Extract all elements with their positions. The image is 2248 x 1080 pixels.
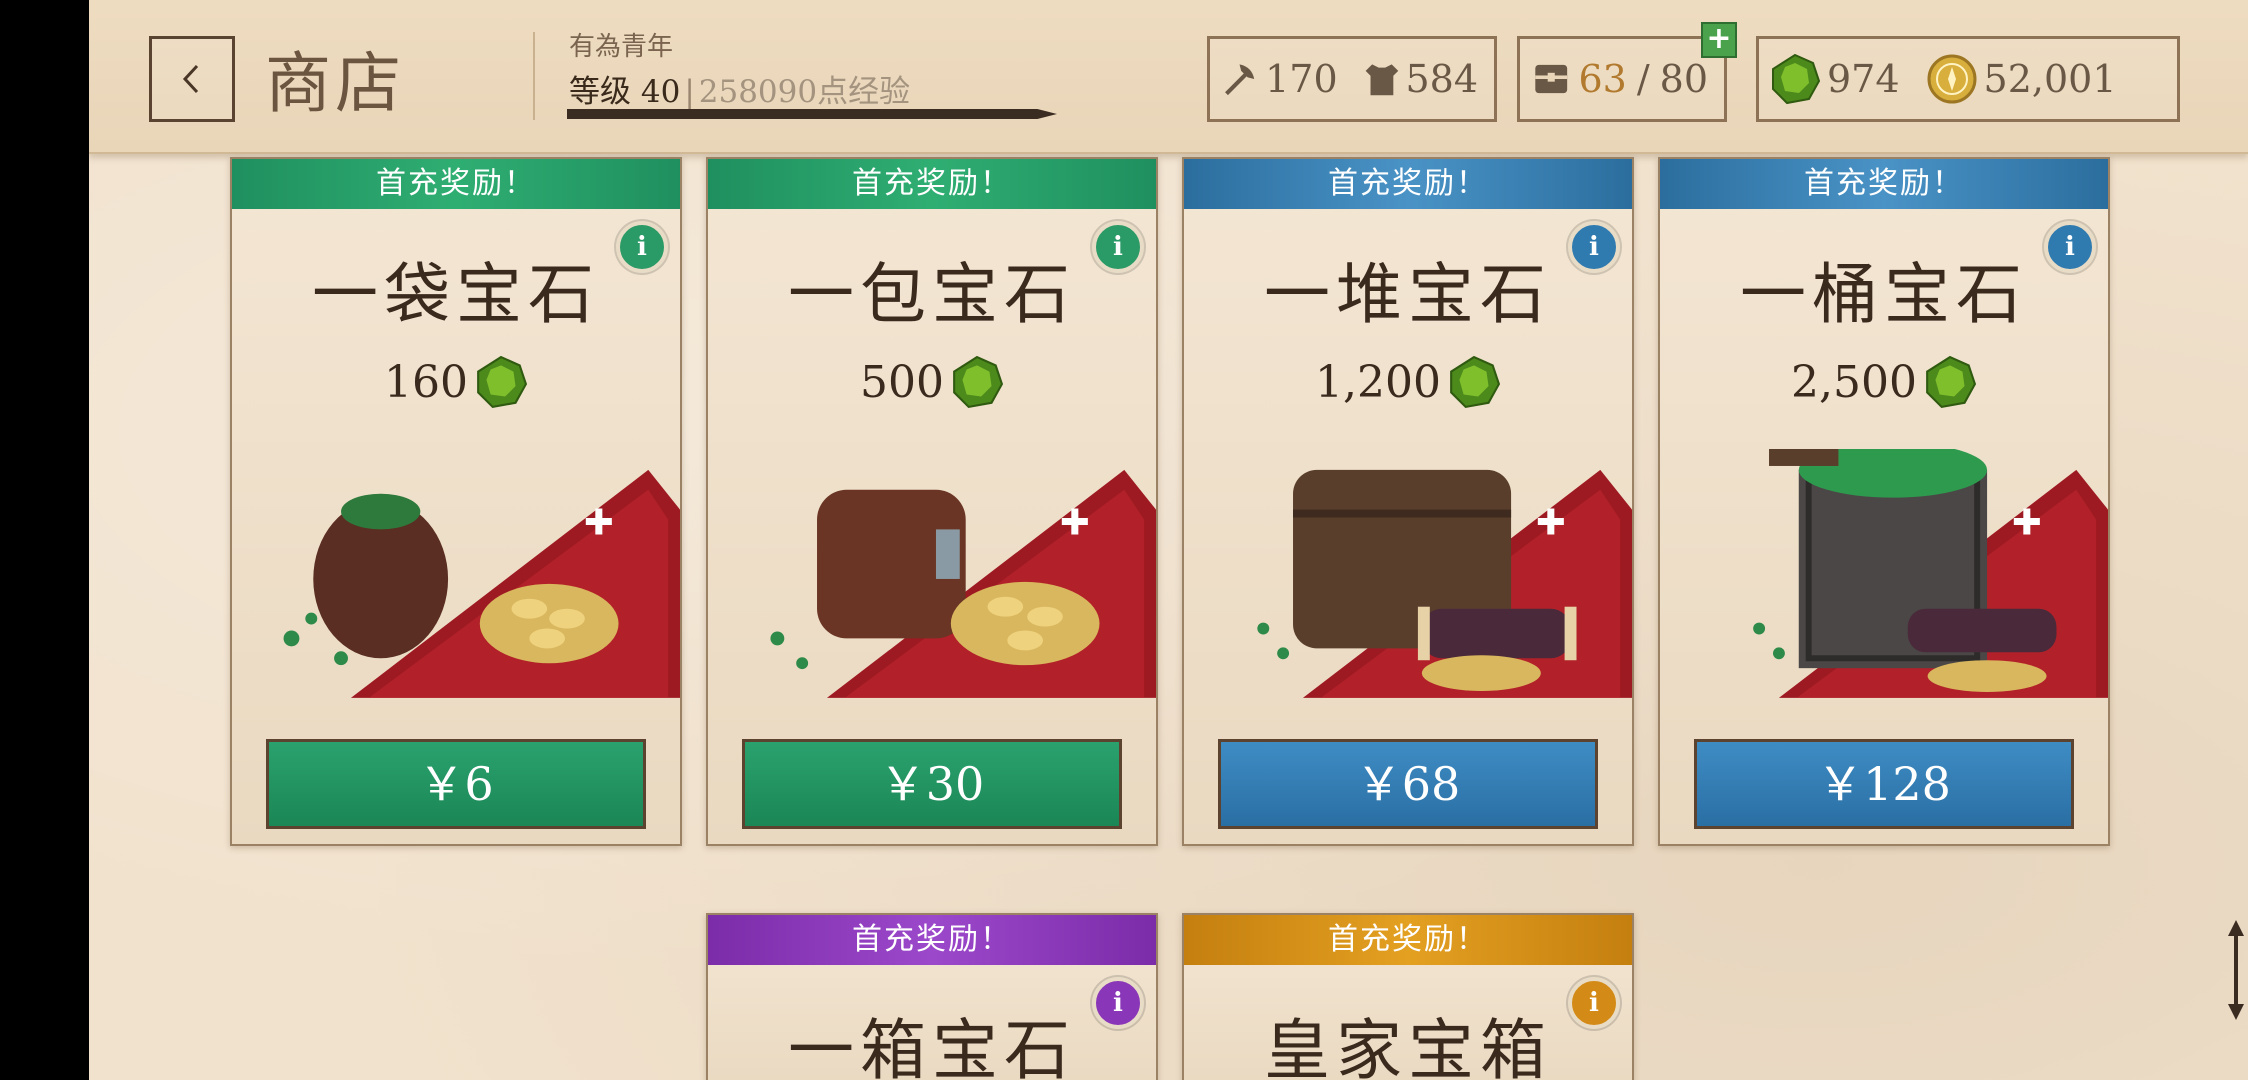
gem-icon	[1772, 53, 1821, 105]
level-info: 等级 40 | 258090点经验	[569, 66, 910, 111]
back-button[interactable]	[149, 36, 235, 122]
axe-icon	[1225, 64, 1255, 96]
card-title: 皇家宝箱	[1264, 1012, 1552, 1080]
inventory-stats[interactable]: 63 / 80	[1517, 36, 1727, 122]
top-bar: 商店 有為青年 等级 40 | 258090点经验 170 584 63 / 8…	[89, 0, 2248, 154]
rank-title: 有為青年	[569, 32, 674, 62]
price-button[interactable]: ￥6	[266, 739, 646, 829]
inventory-separator: /	[1636, 57, 1650, 101]
gem-amount-value: 160	[384, 356, 468, 408]
inventory-current: 63	[1578, 57, 1627, 101]
inventory-max: 80	[1659, 57, 1708, 101]
gem-amount: 1,200	[1184, 355, 1632, 409]
first-purchase-banner: 首充奖励！	[1660, 159, 2108, 209]
armor-icon	[1365, 64, 1398, 96]
chevron-left-icon	[182, 64, 199, 94]
title-divider	[533, 32, 535, 120]
gems-value: 974	[1827, 57, 1900, 101]
gem-icon	[1450, 355, 1501, 409]
scroll-indicator[interactable]	[2228, 920, 2244, 1020]
card-title: 一堆宝石	[1264, 256, 1552, 333]
shop-card-barrel-of-gems[interactable]: 首充奖励！ i 一桶宝石 2,500 ✚ ￥128	[1658, 157, 2110, 846]
page-title: 商店	[265, 45, 405, 122]
gem-amount-value: 500	[860, 356, 944, 408]
price-button[interactable]: ￥30	[742, 739, 1122, 829]
xp-label: 258090点经验	[698, 74, 911, 110]
svg-text:✚: ✚	[1536, 502, 1566, 543]
shop-background: 商店 有為青年 等级 40 | 258090点经验 170 584 63 / 8…	[89, 0, 2248, 1080]
first-purchase-banner: 首充奖励！	[232, 159, 680, 209]
shop-card-royal-chest[interactable]: 首充奖励！ i 皇家宝箱	[1182, 913, 1634, 1080]
shop-card-bag-of-gems[interactable]: 首充奖励！ i 一袋宝石 160 ✚ ￥6	[230, 157, 682, 846]
first-purchase-banner: 首充奖励！	[708, 159, 1156, 209]
card-title: 一袋宝石	[312, 256, 600, 333]
level-label: 等级 40	[569, 74, 681, 110]
gem-bag-illustration: ✚	[283, 469, 680, 698]
attack-value: 170	[1265, 57, 1338, 101]
xp-progress-bar	[567, 109, 1057, 119]
shop-card-pack-of-gems[interactable]: 首充奖励！ i 一包宝石 500 ✚ ￥30	[706, 157, 1158, 846]
gem-crate-illustration: ✚	[1753, 449, 2108, 698]
card-title: 一箱宝石	[788, 1012, 1076, 1080]
shop-card-box-of-gems[interactable]: 首充奖励！ i 一箱宝石	[706, 913, 1158, 1080]
svg-text:✚: ✚	[1060, 502, 1090, 543]
svg-text:✚: ✚	[2012, 502, 2042, 543]
first-purchase-banner: 首充奖励！	[1184, 915, 1632, 965]
gem-amount: 2,500	[1660, 355, 2108, 409]
first-purchase-banner: 首充奖励！	[708, 915, 1156, 965]
gem-icon	[477, 355, 528, 409]
gem-amount-value: 1,200	[1315, 356, 1441, 408]
price-button[interactable]: ￥128	[1694, 739, 2074, 829]
currency-stats[interactable]: 974 52,001	[1756, 36, 2180, 122]
gold-value: 52,001	[1983, 57, 2117, 101]
card-title: 一桶宝石	[1740, 256, 2028, 333]
gem-satchel-illustration: ✚	[1257, 469, 1632, 698]
shop-card-pile-of-gems[interactable]: 首充奖励！ i 一堆宝石 1,200 ✚ ￥68	[1182, 157, 1634, 846]
card-title: 一包宝石	[788, 256, 1076, 333]
armor-value: 584	[1405, 57, 1478, 101]
gem-icon	[1926, 355, 1977, 409]
gem-amount: 160	[232, 355, 680, 409]
app-root: 商店 有為青年 等级 40 | 258090点经验 170 584 63 / 8…	[0, 0, 2248, 1080]
gem-icon	[953, 355, 1004, 409]
price-button[interactable]: ￥68	[1218, 739, 1598, 829]
chest-icon	[1535, 64, 1568, 94]
gem-amount-value: 2,500	[1791, 356, 1917, 408]
first-purchase-banner: 首充奖励！	[1184, 159, 1632, 209]
gem-amount: 500	[708, 355, 1156, 409]
svg-text:✚: ✚	[584, 502, 614, 543]
level-separator: |	[684, 74, 695, 110]
gold-coin-icon	[1927, 54, 1977, 104]
add-inventory-button[interactable]: +	[1701, 22, 1737, 58]
gem-pack-illustration: ✚	[770, 469, 1156, 698]
power-stats[interactable]: 170 584	[1207, 36, 1497, 122]
